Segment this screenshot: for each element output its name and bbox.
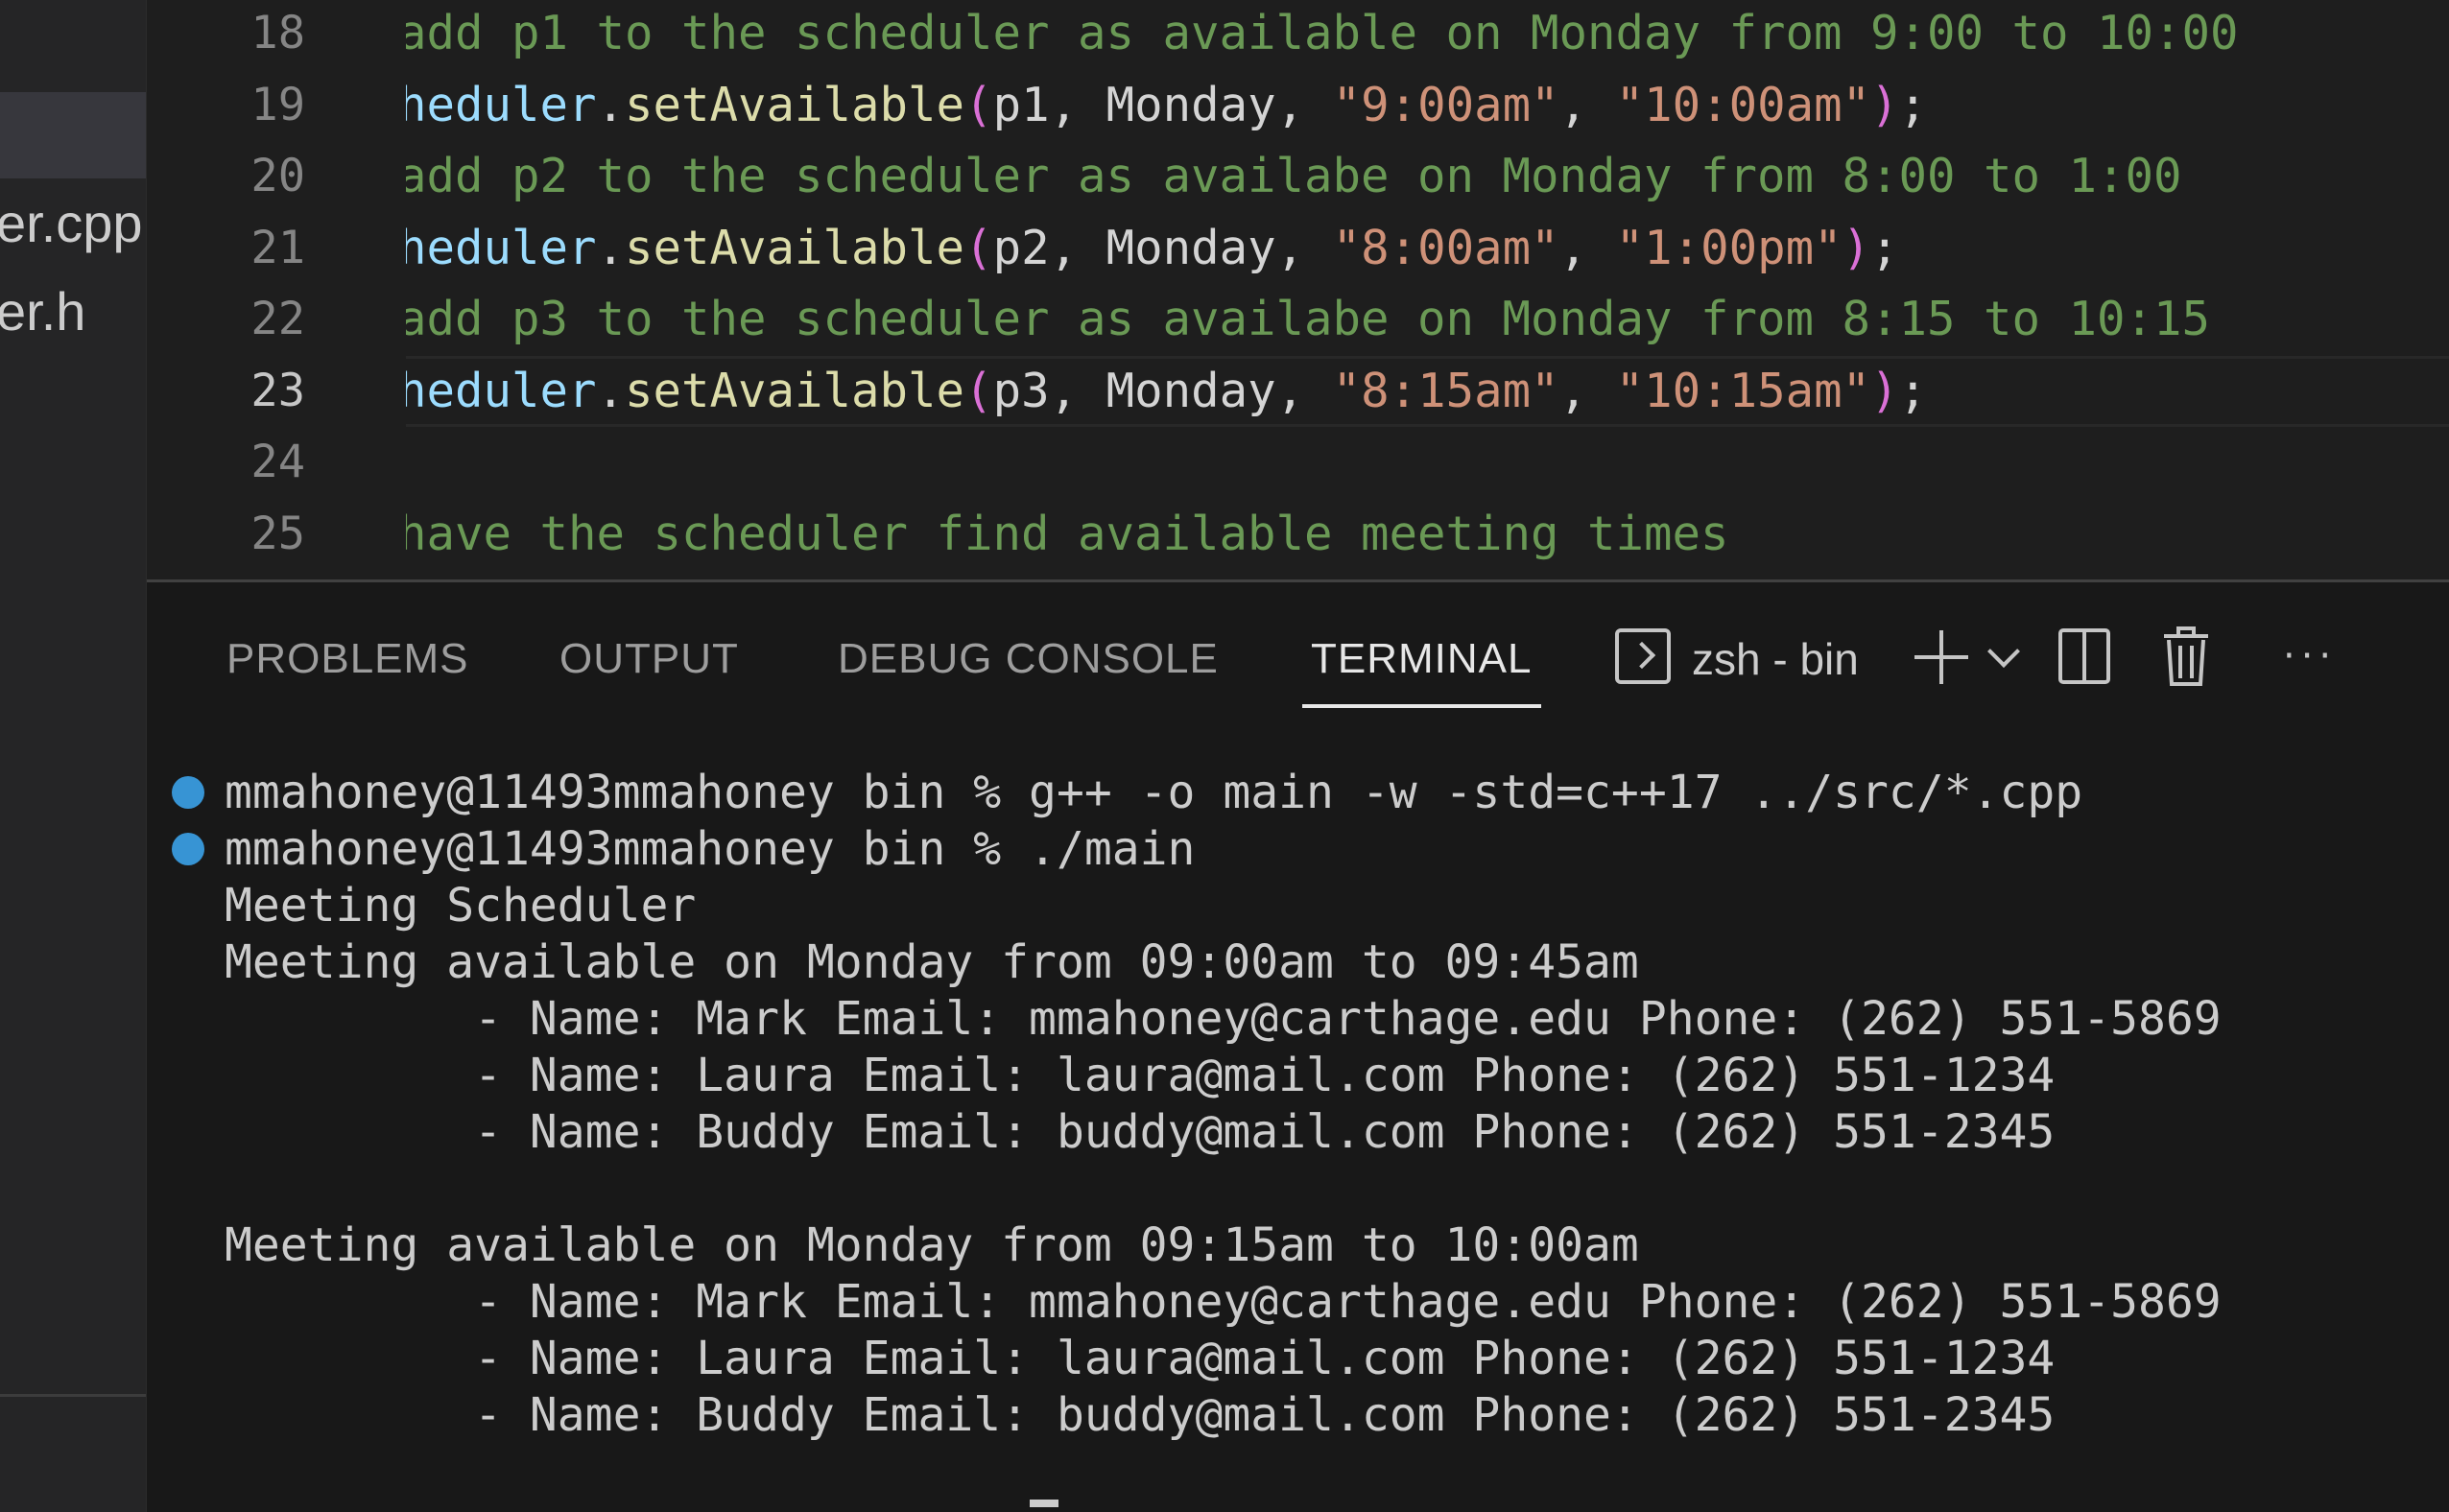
code-token: heduler (406, 78, 597, 132)
code-token: , (1558, 221, 1616, 275)
code-line[interactable]: heduler.setAvailable(p1, Monday, "9:00am… (406, 70, 1927, 141)
code-token: ; (1898, 364, 1928, 418)
panel-tabs: PROBLEMS OUTPUT DEBUG CONSOLE TERMINAL z… (147, 582, 2449, 708)
code-token: "9:00am" (1332, 78, 1559, 132)
tab-problems[interactable]: PROBLEMS (226, 630, 469, 688)
terminal-output[interactable]: mmahoney@11493mmahoney bin % g++ -o main… (147, 765, 2449, 1512)
line-number: 22 (250, 293, 305, 345)
code-token: ( (964, 78, 993, 132)
code-line[interactable]: add p3 to the scheduler as availabe on M… (406, 284, 2210, 355)
sidebar-selected-item[interactable] (0, 92, 146, 178)
code-token: setAvailable (625, 221, 965, 275)
line-number: 24 (250, 436, 305, 488)
tab-terminal[interactable]: TERMINAL (1311, 630, 1532, 688)
code-token: ) (1842, 221, 1871, 275)
code-token: ; (1898, 78, 1928, 132)
line-number: 21 (250, 222, 305, 274)
code-token: ) (1870, 364, 1899, 418)
plus-icon[interactable] (1914, 630, 1968, 684)
terminal-command-line: mmahoney@11493mmahoney bin % g++ -o main… (225, 766, 2083, 819)
terminal-name[interactable]: zsh - bin (1692, 630, 1859, 688)
split-icon[interactable] (2058, 628, 2110, 684)
sidebar-file-header[interactable]: er.h (0, 285, 146, 339)
line-number: 23 (250, 365, 305, 417)
terminal-output-line: - Name: Buddy Email: buddy@mail.com Phon… (225, 1105, 2056, 1159)
line-number-gutter: 18 19 20 21 22 23 24 25 (147, 0, 377, 579)
code-token: add p3 to the scheduler as availabe on M… (406, 292, 2211, 346)
tab-debug-console[interactable]: DEBUG CONSOLE (838, 630, 1219, 688)
tab-output[interactable]: OUTPUT (559, 630, 739, 688)
terminal-output-line: - Name: Buddy Email: buddy@mail.com Phon… (225, 1388, 2056, 1442)
code-editor[interactable]: 18 19 20 21 22 23 24 25 add p1 to the scheduler… (147, 0, 2449, 579)
terminal-command-line: mmahoney@11493mmahoney bin % ./main (225, 822, 1196, 876)
chevron-down-icon[interactable] (1987, 635, 2020, 668)
code-line[interactable]: heduler.setAvailable(p3, Monday, "8:15am… (406, 356, 1927, 427)
trash-icon[interactable] (2162, 625, 2210, 686)
code-line[interactable]: add p1 to the scheduler as available on … (406, 0, 2239, 69)
line-number: 18 (250, 7, 305, 59)
terminal-output-line: - Name: Laura Email: laura@mail.com Phon… (225, 1332, 2056, 1385)
code-token: . (596, 221, 626, 275)
more-icon[interactable]: ··· (2283, 637, 2337, 675)
code-token: ( (964, 221, 993, 275)
line-number: 20 (250, 150, 305, 202)
code-token: setAvailable (625, 364, 965, 418)
code-token: , (1558, 364, 1616, 418)
terminal-icon[interactable] (1615, 628, 1671, 684)
code-token: ; (1870, 221, 1899, 275)
prompt-status-icon[interactable] (172, 833, 204, 865)
vscode-window: er.cpp er.h 18 19 20 21 22 23 24 25 add p1 to t… (0, 0, 2449, 1512)
terminal-output-line: Meeting available on Monday from 09:15am… (225, 1218, 1639, 1272)
code-token: have the scheduler find available meetin… (406, 507, 1729, 561)
line-number: 19 (250, 79, 305, 131)
line-number: 25 (250, 508, 305, 560)
code-token: setAvailable (625, 78, 965, 132)
bottom-panel: PROBLEMS OUTPUT DEBUG CONSOLE TERMINAL z… (147, 579, 2449, 1512)
code-token: add p1 to the scheduler as available on … (406, 6, 2239, 60)
code-token: "10:15am" (1615, 364, 1871, 418)
code-token: , (1558, 78, 1616, 132)
terminal-cursor (1030, 1500, 1058, 1507)
code-token: heduler (406, 364, 597, 418)
terminal-output-line: - Name: Mark Email: mmahoney@carthage.ed… (225, 1275, 2222, 1329)
code-token: p3, Monday, (992, 364, 1333, 418)
sidebar-divider (0, 1394, 146, 1397)
code-token: "8:15am" (1332, 364, 1559, 418)
code-token: "1:00pm" (1615, 221, 1843, 275)
code-line[interactable]: heduler.setAvailable(p2, Monday, "8:00am… (406, 213, 1899, 284)
code-token: ( (964, 364, 993, 418)
code-line[interactable]: have the scheduler find available meetin… (406, 499, 1729, 570)
prompt-status-icon[interactable] (172, 776, 204, 809)
active-tab-indicator (1302, 704, 1541, 708)
code-token: add p2 to the scheduler as availabe on M… (406, 149, 2182, 203)
code-token: "10:00am" (1615, 78, 1871, 132)
code-area[interactable]: add p1 to the scheduler as available on … (406, 0, 2449, 579)
terminal-output-line: Meeting Scheduler (225, 879, 697, 933)
terminal-output-line: Meeting available on Monday from 09:00am… (225, 935, 1639, 989)
explorer-sidebar: er.cpp er.h (0, 0, 147, 1512)
code-token: heduler (406, 221, 597, 275)
code-token: . (596, 78, 626, 132)
sidebar-file-cpp[interactable]: er.cpp (0, 197, 146, 250)
terminal-output-line: - Name: Laura Email: laura@mail.com Phon… (225, 1049, 2056, 1102)
terminal-output-line: - Name: Mark Email: mmahoney@carthage.ed… (225, 992, 2222, 1046)
code-token: "8:00am" (1332, 221, 1559, 275)
code-token: p2, Monday, (992, 221, 1333, 275)
code-token: . (596, 364, 626, 418)
code-token: ) (1870, 78, 1899, 132)
code-line[interactable]: add p2 to the scheduler as availabe on M… (406, 141, 2182, 212)
code-token: p1, Monday, (992, 78, 1333, 132)
